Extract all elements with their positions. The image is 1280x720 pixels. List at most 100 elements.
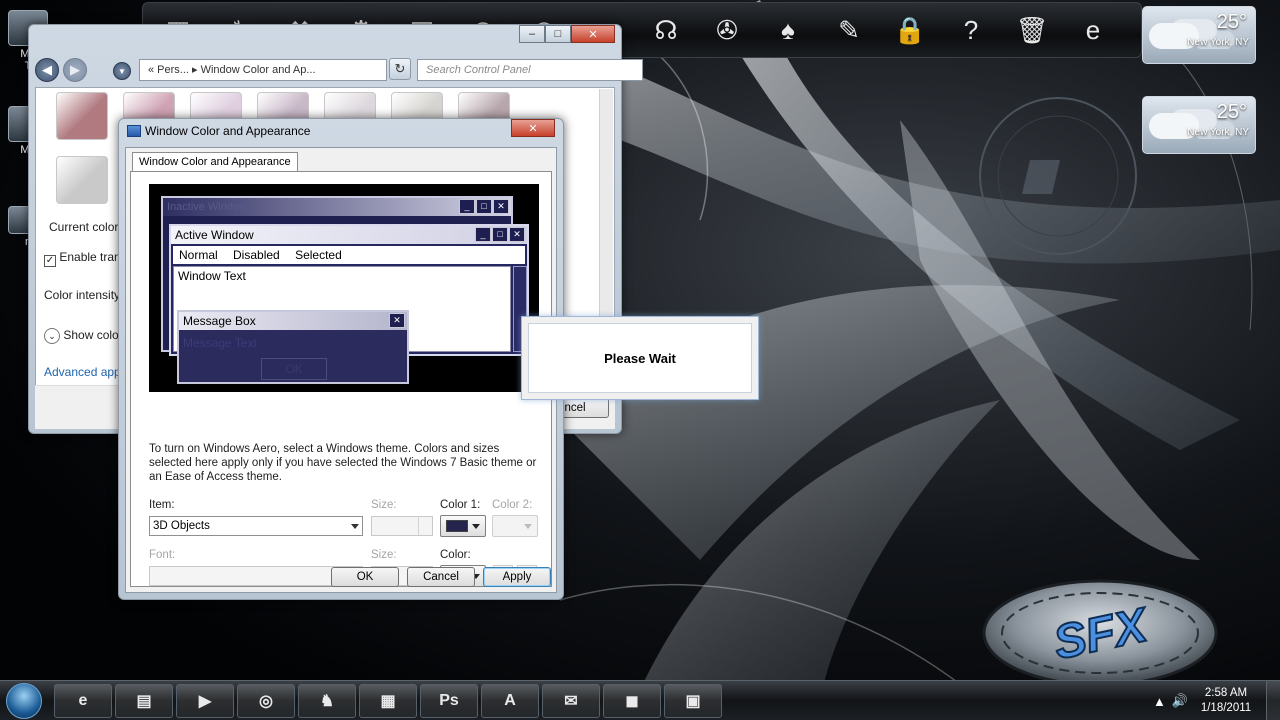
weather-gadget[interactable]: 25° New York, NY: [1142, 6, 1256, 64]
preview-msgbox-title: Message Box: [179, 312, 407, 330]
checkbox-checked-icon[interactable]: ✓: [44, 255, 56, 267]
apply-button[interactable]: Apply: [483, 567, 551, 587]
enable-transparency-checkbox[interactable]: ✓ Enable trans: [44, 250, 127, 267]
taskbar-mail[interactable]: ✉: [542, 684, 600, 718]
clock-date: 1/18/2011: [1200, 702, 1252, 714]
preview-close-icon: ✕: [509, 227, 525, 242]
taskbar-video-camera[interactable]: ◼: [603, 684, 661, 718]
sfx-logo: SFX: [982, 579, 1218, 687]
dialog-close-button[interactable]: ✕: [511, 119, 555, 137]
preview-message-box[interactable]: Message Box ✕ Message Text OK: [177, 310, 409, 384]
taskbar-control-panel[interactable]: ▣: [664, 684, 722, 718]
show-desktop-button[interactable]: [1266, 681, 1280, 720]
headphones-icon[interactable]: ☊: [644, 8, 688, 52]
taskbar-media-player[interactable]: ▶: [176, 684, 234, 718]
chevron-down-icon: [472, 524, 480, 529]
item-select-value: 3D Objects: [153, 520, 210, 532]
appearance-preview[interactable]: Inactive Window _ □ ✕ Active Window _ □ …: [149, 184, 539, 392]
spinner-arrows-icon: [418, 517, 432, 535]
film-reel-icon[interactable]: ✇: [705, 8, 749, 52]
recent-pages-dropdown-icon[interactable]: ▼: [113, 62, 131, 80]
preview-ok-button[interactable]: OK: [261, 358, 327, 380]
recycle-bin-icon[interactable]: 🗑: [1010, 8, 1054, 52]
show-hidden-icons-icon[interactable]: ▲: [1153, 694, 1166, 709]
taskbar-clock[interactable]: 2:58 AM 1/18/2011: [1190, 686, 1262, 716]
preview-menu-normal[interactable]: Normal: [179, 248, 218, 262]
size-label: Size:: [371, 499, 397, 511]
preview-minimize-icon: _: [459, 199, 475, 214]
runner-app-icon: ♞: [319, 693, 335, 710]
preview-menu-bar[interactable]: Normal Disabled Selected: [173, 246, 525, 264]
volume-icon[interactable]: 🔊: [1172, 693, 1188, 709]
video-camera-icon: ◼: [625, 693, 639, 710]
preview-menu-selected[interactable]: Selected: [295, 248, 342, 262]
item-select[interactable]: 3D Objects: [149, 516, 363, 536]
window-color-appearance-dialog: Window Color and Appearance ✕ Window Col…: [118, 118, 564, 600]
search-input[interactable]: Search Control Panel: [417, 59, 643, 81]
color-swatch[interactable]: [56, 156, 108, 204]
forward-arrow-icon[interactable]: ▶: [63, 58, 87, 82]
chevron-down-icon: [524, 524, 532, 529]
media-player-icon: ▶: [198, 693, 212, 710]
preview-maximize-icon: □: [492, 227, 508, 242]
advanced-appearance-link[interactable]: Advanced appe: [44, 365, 127, 379]
font-color-label: Color:: [440, 549, 471, 561]
current-color-label: Current color:: [49, 220, 122, 234]
close-button[interactable]: ✕: [571, 25, 615, 43]
weather-temperature: 25°: [1216, 101, 1247, 123]
address-bar[interactable]: « Pers... ▸ Window Color and Ap...: [139, 59, 387, 81]
weather-temperature: 25°: [1216, 11, 1247, 33]
ok-button[interactable]: OK: [331, 567, 399, 587]
minimize-button[interactable]: –: [519, 25, 545, 43]
color1-swatch: [446, 520, 468, 532]
cancel-button[interactable]: Cancel: [407, 567, 475, 587]
preview-menu-disabled[interactable]: Disabled: [233, 248, 280, 262]
tab-window-color-appearance[interactable]: Window Color and Appearance: [132, 152, 298, 172]
dialog-title: Window Color and Appearance: [145, 124, 311, 138]
color-intensity-label: Color intensity:: [44, 288, 124, 302]
preview-msgbox-text: Message Text: [183, 336, 257, 350]
internet-explorer-icon[interactable]: e: [1071, 8, 1115, 52]
padlock-icon[interactable]: 🔒: [888, 8, 932, 52]
show-color-mixer-toggle[interactable]: ⌄ Show colo: [44, 328, 119, 344]
please-wait-popup: Please Wait: [521, 316, 759, 400]
weather-city: New York, NY: [1187, 127, 1249, 138]
chevron-down-icon: ⌄: [44, 328, 60, 344]
preview-active-buttons: _ □ ✕: [475, 227, 525, 242]
taskbar-adobe-reader[interactable]: A: [481, 684, 539, 718]
preview-inactive-buttons: _ □ ✕: [459, 199, 509, 214]
preview-msgbox-buttons: ✕: [389, 313, 405, 328]
dialog-app-icon: [127, 125, 141, 137]
preview-close-icon: ✕: [389, 313, 405, 328]
taskbar-runner-app[interactable]: ♞: [298, 684, 356, 718]
weather-gadget[interactable]: 25° New York, NY: [1142, 96, 1256, 154]
internet-explorer-icon: e: [78, 692, 88, 709]
adobe-reader-icon: A: [504, 692, 516, 709]
back-arrow-icon[interactable]: ◀: [35, 58, 59, 82]
taskbar-internet-explorer[interactable]: e: [54, 684, 112, 718]
color-swatch[interactable]: [56, 92, 108, 140]
size-spinner[interactable]: [371, 516, 433, 536]
color1-picker[interactable]: [440, 515, 486, 537]
please-wait-text: Please Wait: [528, 323, 752, 393]
mail-icon: ✉: [564, 693, 578, 710]
help-icon[interactable]: ?: [949, 8, 993, 52]
refresh-icon[interactable]: ↻: [389, 58, 411, 80]
system-tray: ▲ 🔊: [1153, 681, 1188, 720]
maximize-button[interactable]: □: [545, 25, 571, 43]
color2-picker[interactable]: [492, 515, 538, 537]
show-color-mixer-label: Show colo: [63, 328, 119, 342]
item-label: Item:: [149, 499, 175, 511]
taskbar-file-explorer[interactable]: ▤: [115, 684, 173, 718]
start-button[interactable]: [6, 683, 42, 719]
cards-dice-icon[interactable]: ♠: [766, 8, 810, 52]
taskbar-media-center[interactable]: ◎: [237, 684, 295, 718]
weather-city: New York, NY: [1187, 37, 1249, 48]
dialog-body: Window Color and Appearance Inactive Win…: [125, 147, 557, 593]
chevron-down-icon: [351, 524, 359, 529]
preview-maximize-icon: □: [476, 199, 492, 214]
preview-close-icon: ✕: [493, 199, 509, 214]
taskbar-photoshop[interactable]: Ps: [420, 684, 478, 718]
taskbar-remote-desktop[interactable]: ▦: [359, 684, 417, 718]
notepad-icon[interactable]: ✎: [827, 8, 871, 52]
